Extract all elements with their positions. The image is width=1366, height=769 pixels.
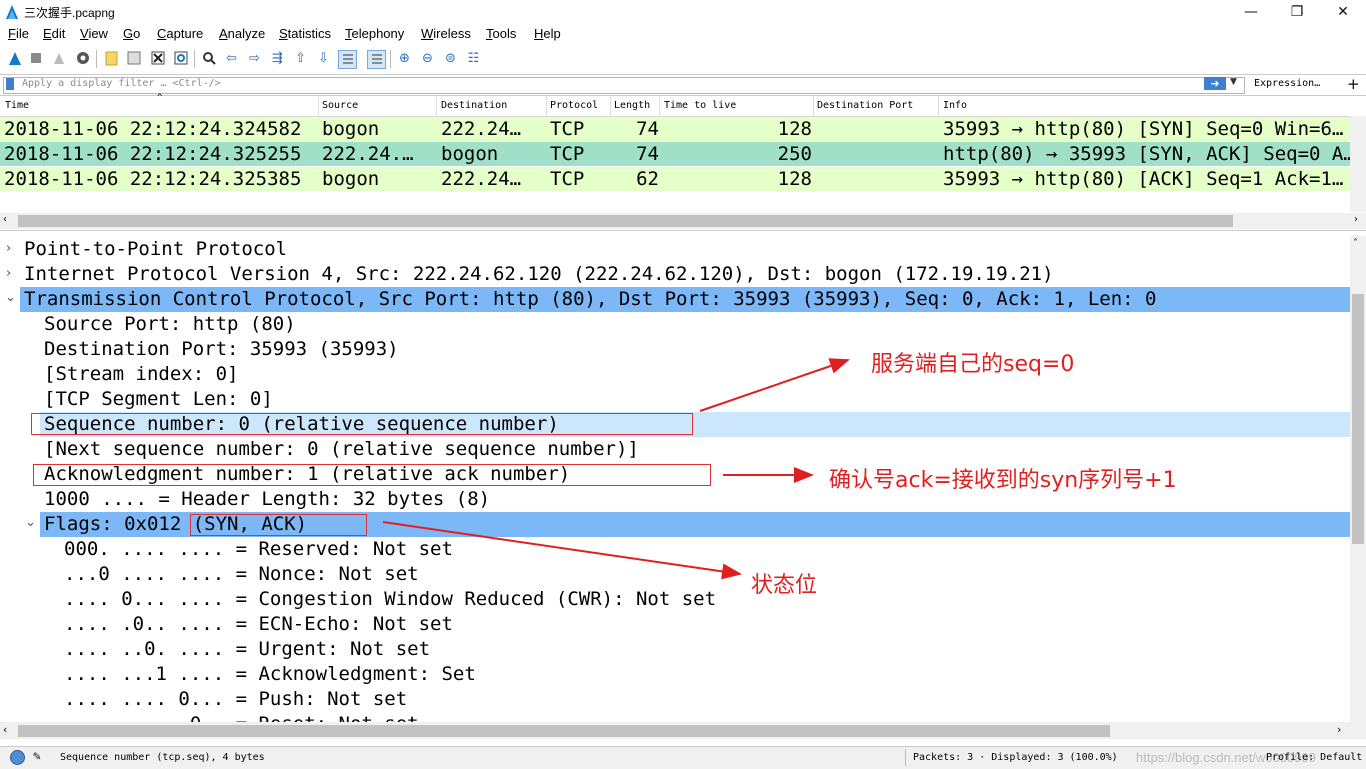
status-profile[interactable]: Profile: Default xyxy=(1266,752,1362,763)
annotation-flags-note: 状态位 xyxy=(751,573,818,598)
status-packets: Packets: 3 · Displayed: 3 (100.0%) xyxy=(913,752,1118,763)
status-bar: ✎ Sequence number (tcp.seq), 4 bytes Pac… xyxy=(0,746,1366,769)
annotation-seq-note: 服务端自己的seq=0 xyxy=(871,352,1075,377)
status-field-description: Sequence number (tcp.seq), 4 bytes xyxy=(60,752,265,763)
arrow-flags xyxy=(382,521,742,580)
arrow-seq xyxy=(699,358,850,412)
edit-comment-icon[interactable]: ✎ xyxy=(33,749,41,764)
annotation-ack-note: 确认号ack=接收到的syn序列号+1 xyxy=(829,468,1177,493)
annotation-arrows xyxy=(382,358,850,580)
expert-info-icon[interactable] xyxy=(10,750,25,765)
